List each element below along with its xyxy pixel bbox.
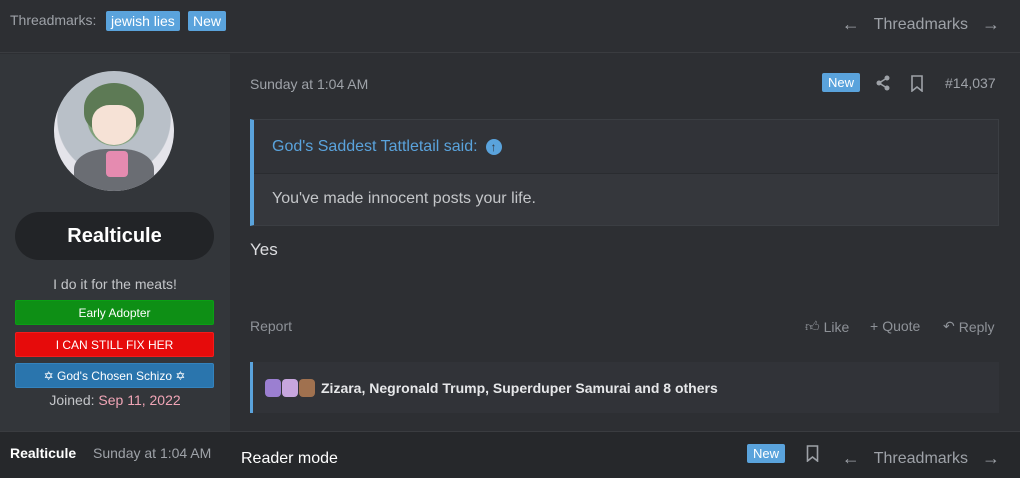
quote-block: God's Saddest Tattletail said: ↑ You've … [250,119,999,226]
quote-label: Quote [882,318,921,334]
reply-button[interactable]: ↶ Reply [943,318,995,335]
quote-author[interactable]: God's Saddest Tattletail said: [272,138,478,156]
user-pane: Realticule I do it for the meats! Early … [0,54,230,431]
reaction-icon-purple [265,378,281,397]
quote-text: You've made innocent posts your life. [254,174,998,225]
plus-icon: + [870,318,879,334]
joined-label: Joined: [49,392,95,408]
reply-label: Reply [958,318,995,335]
reactions-bar[interactable]: Zizara, Negronald Trump, Superduper Samu… [250,362,999,413]
quote-header[interactable]: God's Saddest Tattletail said: ↑ [254,120,998,174]
user-title: I do it for the meats! [53,276,177,292]
bottom-date[interactable]: Sunday at 1:04 AM [93,445,211,461]
bottom-threadmarks-label[interactable]: Threadmarks [874,450,968,468]
reaction-icon-brown [299,378,315,397]
threadmarks-label: Threadmarks: [10,12,97,28]
arrow-right-icon[interactable]: → [982,448,1000,469]
quote-button[interactable]: + Quote [870,318,920,334]
reaction-icon-lilac [282,378,298,397]
bookmark-icon[interactable] [910,75,924,92]
like-label: Like [823,318,850,335]
arrow-up-circle-icon[interactable]: ↑ [485,139,502,155]
threadmarks-nav-label[interactable]: Threadmarks [874,16,968,34]
report-link[interactable]: Report [250,318,292,334]
arrow-left-icon[interactable]: ← [842,448,860,469]
post-actions: Report 👍︎ Like + Quote ↶ Reply [250,318,999,338]
bookmark-icon[interactable] [806,445,819,462]
reaction-icons [265,378,315,397]
post-main: Sunday at 1:04 AM New #14,037 God's Sadd… [230,54,1020,431]
reply-icon: ↶ [943,318,955,334]
user-banner-fix-her: I CAN STILL FIX HER [15,332,214,357]
joined-date: Sep 11, 2022 [98,392,181,408]
threadmarks-bar: Threadmarks: jewish lies New ← Threadmar… [0,0,1020,53]
bottom-username[interactable]: Realticule [10,445,76,461]
post-date[interactable]: Sunday at 1:04 AM [250,76,368,92]
arrow-right-icon[interactable]: → [982,14,1000,35]
user-banner-schizo: ✡ God's Chosen Schizo ✡ [15,363,214,388]
threadmark-tag[interactable]: jewish lies [106,11,180,31]
thumbs-up-icon: 👍︎ [805,318,820,334]
post-number[interactable]: #14,037 [945,75,996,91]
new-badge: New [188,11,227,31]
reader-mode-button[interactable]: Reader mode [241,450,338,468]
avatar[interactable] [54,71,174,191]
arrow-left-icon[interactable]: ← [842,14,860,35]
bottom-bar: Realticule Sunday at 1:04 AM Reader mode… [0,431,1020,478]
post-new-badge: New [822,73,861,92]
bottom-threadmarks-nav: ← Threadmarks → [842,448,1000,469]
post-message: Yes [250,240,278,259]
bottom-new-badge: New [747,444,786,463]
joined-info: Joined: Sep 11, 2022 [0,392,230,408]
user-banner-early-adopter: Early Adopter [15,300,214,325]
reactions-list[interactable]: Zizara, Negronald Trump, Superduper Samu… [321,380,718,396]
share-icon[interactable] [874,74,892,92]
like-button[interactable]: 👍︎ Like [805,318,849,335]
username[interactable]: Realticule [15,212,214,260]
threadmarks-nav: ← Threadmarks → [842,14,1000,35]
